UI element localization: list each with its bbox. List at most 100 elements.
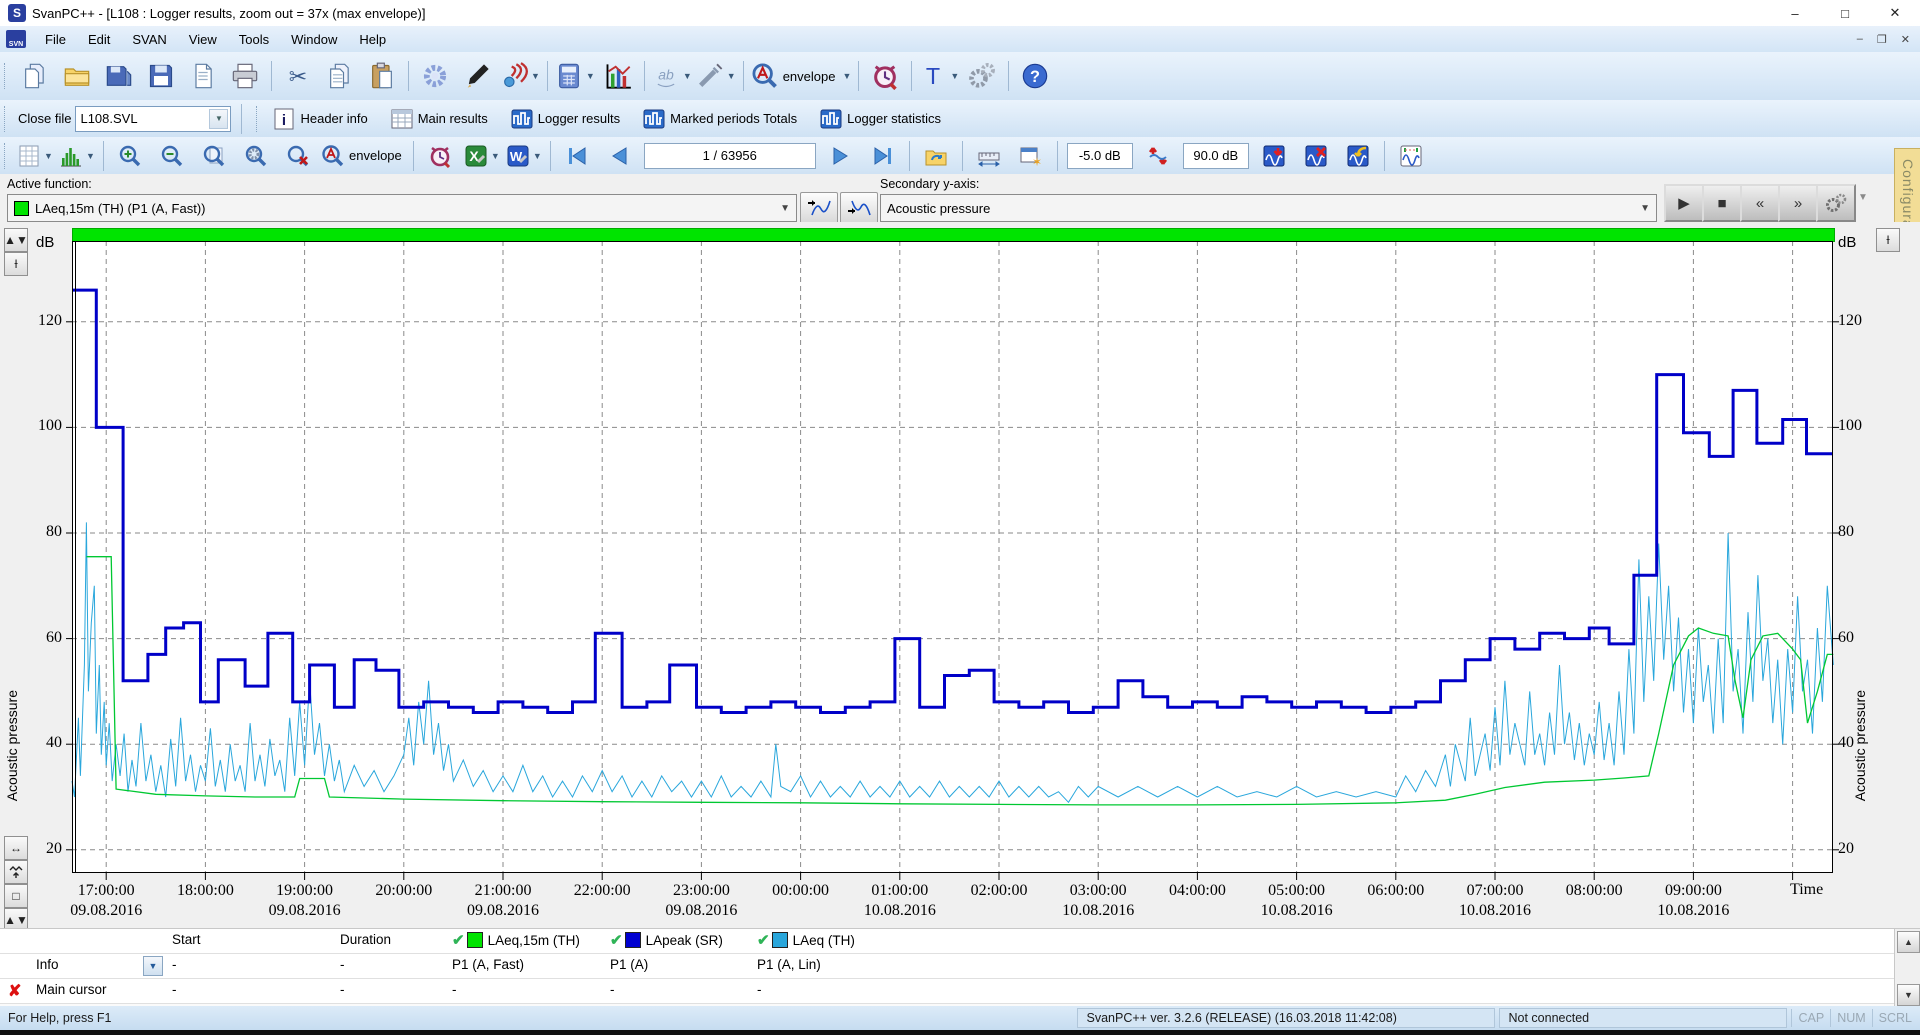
- paste-button[interactable]: [361, 56, 403, 96]
- copy-button[interactable]: [319, 56, 361, 96]
- wave-display-button[interactable]: [1390, 140, 1432, 172]
- zoom-settings-button[interactable]: [235, 140, 277, 172]
- chart-settings-button[interactable]: [1816, 184, 1856, 222]
- header-info-button[interactable]: Header info: [266, 104, 373, 134]
- x-pan-button[interactable]: ↔: [4, 836, 28, 860]
- chevron-down-icon: ▼: [683, 71, 692, 81]
- peak-up-button[interactable]: [800, 192, 838, 224]
- zoom-in-button[interactable]: [109, 140, 151, 172]
- mdi-minimize-icon[interactable]: –: [1857, 33, 1863, 46]
- chevron-down-icon[interactable]: ▼: [1858, 192, 1868, 203]
- fast-forward-button[interactable]: »: [1778, 184, 1818, 222]
- status-version: SvanPC++ ver. 3.2.6 (RELEASE) (16.03.201…: [1077, 1008, 1495, 1028]
- close-file-button[interactable]: Close file: [18, 111, 71, 126]
- rewind-button[interactable]: «: [1740, 184, 1780, 222]
- sound-level-button[interactable]: ▼: [498, 56, 542, 96]
- menu-item-edit[interactable]: Edit: [77, 29, 121, 50]
- word-export-button[interactable]: ▼: [503, 140, 545, 172]
- legend-item[interactable]: ✔LAeq,15m (TH): [452, 931, 580, 949]
- y-autoscale-button[interactable]: Ɨ: [4, 252, 28, 276]
- menu-item-svan[interactable]: SVAN: [121, 29, 177, 50]
- table-view-button[interactable]: ▼: [14, 140, 56, 172]
- open-file-button[interactable]: [56, 56, 98, 96]
- save-all-button[interactable]: [98, 56, 140, 96]
- info-scrollbar[interactable]: ▲ ▼: [1894, 929, 1920, 1007]
- excel-export-button[interactable]: ▼: [461, 140, 503, 172]
- scroll-down-icon[interactable]: ▼: [1897, 984, 1920, 1006]
- y-autoscale-right-button[interactable]: Ɨ: [1876, 228, 1900, 252]
- close-icon[interactable]: ✕: [1870, 0, 1920, 26]
- active-function-select[interactable]: LAeq,15m (TH) (P1 (A, Fast)) ▼: [7, 194, 797, 222]
- cursor-snap-button[interactable]: [4, 860, 28, 884]
- time-zoom-button[interactable]: [419, 140, 461, 172]
- menu-item-tools[interactable]: Tools: [228, 29, 280, 50]
- logger-statistics-button[interactable]: Logger statistics: [813, 104, 947, 134]
- menu-item-help[interactable]: Help: [348, 29, 397, 50]
- alarm-clock-button[interactable]: [864, 56, 906, 96]
- valley-down-button[interactable]: [840, 192, 878, 224]
- check-icon: ✔: [452, 931, 465, 949]
- chart-button[interactable]: [597, 56, 639, 96]
- maximize-icon[interactable]: □: [1820, 0, 1870, 26]
- print-button[interactable]: [224, 56, 266, 96]
- marked-periods-totals-button[interactable]: Marked periods Totals: [636, 104, 803, 134]
- new-document-button[interactable]: [182, 56, 224, 96]
- main-results-button[interactable]: Main results: [384, 104, 494, 134]
- menu-item-view[interactable]: View: [178, 29, 228, 50]
- legend-item[interactable]: ✔LApeak (SR): [610, 931, 723, 949]
- play-button[interactable]: ▶: [1664, 184, 1704, 222]
- save-button[interactable]: [140, 56, 182, 96]
- secondary-axis-select[interactable]: Acoustic pressure ▼: [880, 194, 1657, 222]
- tools-button[interactable]: [961, 56, 1003, 96]
- plot-canvas[interactable]: [72, 241, 1833, 873]
- labels-button[interactable]: ▼: [650, 56, 694, 96]
- stop-button[interactable]: ■: [1702, 184, 1742, 222]
- new-window-button[interactable]: [1010, 140, 1052, 172]
- x-tick-label: 23:00:0009.08.2016: [665, 881, 737, 921]
- y-scale-spinner[interactable]: ▲▼: [4, 228, 28, 252]
- zoom-box-button[interactable]: □: [4, 884, 28, 908]
- text-button[interactable]: ▼: [917, 56, 961, 96]
- markers-button[interactable]: [968, 140, 1010, 172]
- level-low-field[interactable]: -5.0 dB: [1067, 143, 1133, 169]
- wave-save-button[interactable]: [1253, 140, 1295, 172]
- delete-cursor-icon[interactable]: ✘: [8, 981, 21, 1001]
- zoom-cancel-button[interactable]: [277, 140, 319, 172]
- info-dropdown-button[interactable]: ▼: [143, 956, 163, 976]
- legend-item[interactable]: ✔LAeq (TH): [757, 931, 855, 949]
- mdi-close-icon[interactable]: ✕: [1901, 33, 1910, 46]
- settings-button[interactable]: [414, 56, 456, 96]
- scale-arrows-icon[interactable]: [1137, 140, 1179, 172]
- page-indicator-field[interactable]: 1 / 63956: [644, 143, 816, 169]
- insert-button[interactable]: ▼: [694, 56, 738, 96]
- menu-item-file[interactable]: File: [34, 29, 77, 50]
- wave-delete-button[interactable]: [1295, 140, 1337, 172]
- refresh-button[interactable]: [915, 140, 957, 172]
- calculator-button[interactable]: ▼: [553, 56, 597, 96]
- wave-undo-button[interactable]: [1337, 140, 1379, 172]
- selection-overview-bar[interactable]: [72, 228, 1835, 242]
- prev-page-button[interactable]: [598, 140, 640, 172]
- active-function-label: Active function:: [7, 177, 92, 191]
- mdi-restore-icon[interactable]: ❐: [1877, 33, 1887, 46]
- minimize-icon[interactable]: –: [1770, 0, 1820, 26]
- first-page-button[interactable]: [556, 140, 598, 172]
- cut-button[interactable]: [277, 56, 319, 96]
- next-page-button[interactable]: [820, 140, 862, 172]
- last-page-button[interactable]: [862, 140, 904, 172]
- level-high-field[interactable]: 90.0 dB: [1183, 143, 1249, 169]
- envelope-zoom-button[interactable]: envelope▼: [749, 56, 854, 96]
- spectrum-view-button[interactable]: ▼: [56, 140, 98, 172]
- file-select[interactable]: L108.SVL▼: [75, 106, 231, 132]
- envelope-zoom-button[interactable]: envelope: [319, 140, 408, 172]
- menu-item-window[interactable]: Window: [280, 29, 348, 50]
- scroll-up-icon[interactable]: ▲: [1897, 931, 1920, 953]
- zoom-page-button[interactable]: [193, 140, 235, 172]
- edit-button[interactable]: [456, 56, 498, 96]
- help-button[interactable]: [1014, 56, 1056, 96]
- standard-toolbar: ▼▼▼▼envelope▼▼: [0, 52, 1920, 101]
- logger-results-button[interactable]: Logger results: [504, 104, 626, 134]
- zoom-out-button[interactable]: [151, 140, 193, 172]
- db-unit-label-left: dB: [36, 234, 54, 251]
- new-file-button[interactable]: [14, 56, 56, 96]
